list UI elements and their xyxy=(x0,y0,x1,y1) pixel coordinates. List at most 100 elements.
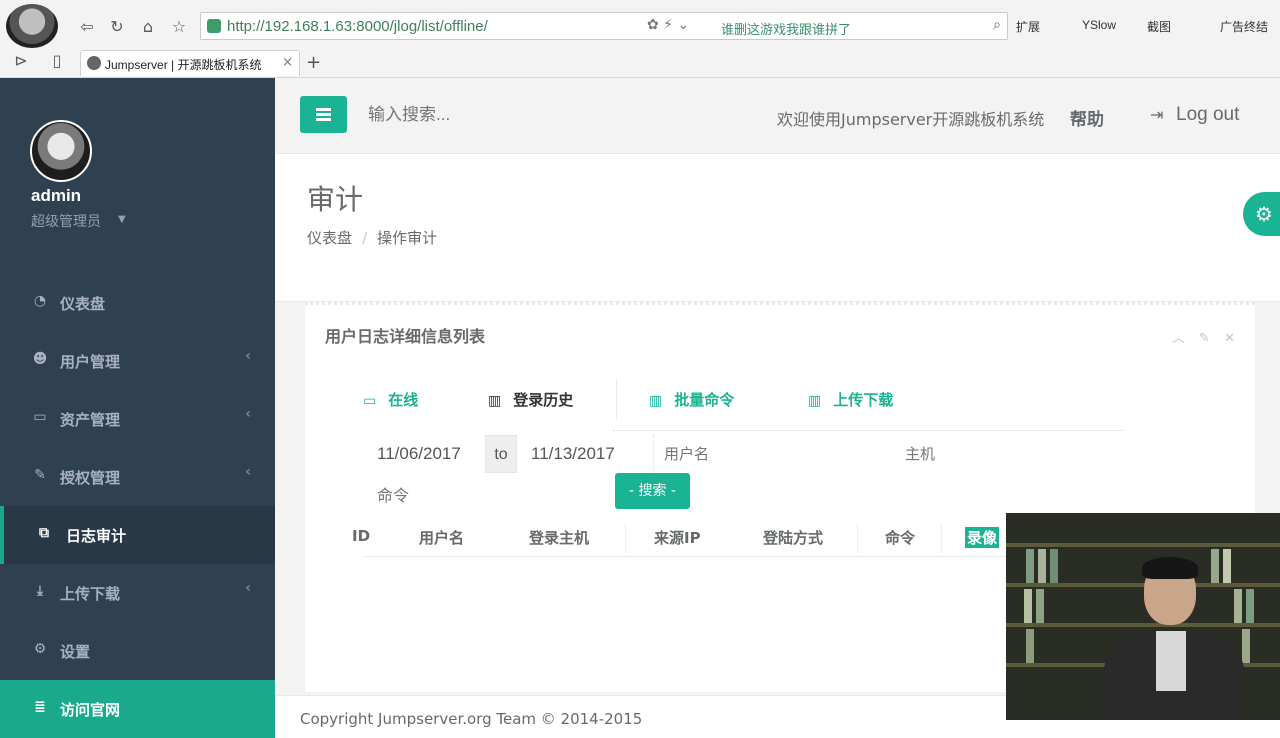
browser-tab[interactable]: Jumpserver | 开源跳板机系统 × xyxy=(80,50,300,76)
sidebar-item-transfer[interactable]: ⤓ 上传下载 ‹ xyxy=(0,564,275,622)
extensions-menu[interactable]: 扩展 xyxy=(1016,18,1040,35)
filter-row: to xyxy=(345,435,1145,475)
new-tab-icon[interactable]: + xyxy=(306,52,321,73)
tab-login-history[interactable]: ▥ 登录历史 xyxy=(488,389,573,410)
sidebar-toggle-icon[interactable]: ⊳ xyxy=(10,50,32,72)
gear-icon: ⚙ xyxy=(1255,202,1273,226)
date-to-input[interactable] xyxy=(531,435,641,473)
tab-favicon-icon xyxy=(87,56,101,70)
bars-icon xyxy=(316,108,331,121)
chevron-left-icon: ‹ xyxy=(245,464,251,480)
page-heading: 审计 仪表盘 / 操作审计 xyxy=(275,154,1280,302)
book xyxy=(1242,629,1250,663)
profile-role[interactable]: 超级管理员 xyxy=(31,211,101,231)
sign-out-icon: ⇥ xyxy=(1150,107,1164,124)
url-tools-icons[interactable]: ✿ ⚡ ⌄ xyxy=(647,17,689,33)
sidebar-item-settings[interactable]: ⚙ 设置 xyxy=(0,622,275,680)
bookshelf-board xyxy=(1006,543,1280,547)
search-icon[interactable]: ⌕ xyxy=(993,17,1001,33)
logout-link[interactable]: ⇥ Log out xyxy=(1150,104,1239,126)
sidebar-item-assets[interactable]: ▭ 资产管理 ‹ xyxy=(0,390,275,448)
sidebar: admin 超级管理员 ▼ ◔ 仪表盘 ☻ 用户管理 ‹ ▭ 资产管理 ‹ ✎ … xyxy=(0,78,275,738)
tab-strip: ⊳ ▯ Jumpserver | 开源跳板机系统 × + xyxy=(0,48,1280,78)
tab-batch-command[interactable]: ▥ 批量命令 xyxy=(649,389,734,410)
bookmark-star-icon[interactable]: ☆ xyxy=(168,16,190,38)
tab-title: Jumpserver | 开源跳板机系统 xyxy=(105,58,262,72)
column-source-ip[interactable]: 来源IP xyxy=(654,527,701,548)
sidebar-item-dashboard[interactable]: ◔ 仪表盘 xyxy=(0,274,275,332)
log-tabs: ▭ 在线 ▥ 登录历史 ▥ 批量命令 ▥ 上传下载 xyxy=(363,379,1123,429)
back-icon[interactable]: ⇦ xyxy=(76,16,98,38)
book xyxy=(1050,549,1058,583)
sidebar-item-label: 用户管理 xyxy=(60,353,121,371)
tab-close-icon[interactable]: × xyxy=(282,55,293,70)
sidebar-item-permissions[interactable]: ✎ 授权管理 ‹ xyxy=(0,448,275,506)
sidebar-item-users[interactable]: ☻ 用户管理 ‹ xyxy=(0,332,275,390)
gears-icon: ⚙ xyxy=(33,641,47,657)
avatar[interactable] xyxy=(30,120,92,182)
tab-upload-download[interactable]: ▥ 上传下载 xyxy=(808,389,893,410)
book xyxy=(1026,549,1034,583)
date-from-input[interactable] xyxy=(377,435,487,473)
log-table-header: ID 用户名 登录主机 来源IP 登陆方式 命令 录像 xyxy=(352,523,1063,557)
chevron-left-icon: ‹ xyxy=(245,580,251,596)
username-filter-input[interactable] xyxy=(653,435,893,473)
book xyxy=(1211,549,1219,583)
copy-icon: ⧉ xyxy=(39,525,49,541)
chevron-left-icon: ‹ xyxy=(245,348,251,364)
close-icon[interactable]: ✕ xyxy=(1224,331,1235,346)
reload-icon[interactable]: ↻ xyxy=(106,16,128,38)
menu-toggle-button[interactable] xyxy=(300,96,347,133)
caret-down-icon[interactable]: ▼ xyxy=(118,214,126,225)
download-icon: ⤓ xyxy=(36,583,44,599)
inbox-icon: ▭ xyxy=(33,409,47,425)
search-button[interactable]: - 搜索 - xyxy=(615,473,690,509)
column-command[interactable]: 命令 xyxy=(885,527,915,548)
column-id[interactable]: ID xyxy=(352,527,370,545)
breadcrumb-dashboard[interactable]: 仪表盘 xyxy=(307,229,352,247)
host-filter-input[interactable] xyxy=(905,435,1145,473)
url-text[interactable]: http://192.168.1.63:8000/jlog/list/offli… xyxy=(227,18,488,35)
command-filter-input[interactable] xyxy=(377,480,577,514)
yslow-extension[interactable]: YSlow xyxy=(1082,18,1116,32)
column-video[interactable]: 录像 xyxy=(965,527,1000,548)
column-login-host[interactable]: 登录主机 xyxy=(529,527,589,548)
copyright-text: Copyright Jumpserver.org Team © 2014-201… xyxy=(300,710,643,728)
chevron-up-icon[interactable]: ︿ xyxy=(1172,331,1185,346)
column-login-method[interactable]: 登陆方式 xyxy=(763,527,823,548)
tab-online[interactable]: ▭ 在线 xyxy=(363,389,418,410)
sidebar-item-label: 仪表盘 xyxy=(60,295,106,313)
sidebar-item-label: 授权管理 xyxy=(60,469,121,487)
profile-name[interactable]: admin xyxy=(31,186,81,206)
book xyxy=(1234,589,1242,623)
screenshot-extension[interactable]: 截图 xyxy=(1147,18,1171,35)
sidebar-item-label: 访问官网 xyxy=(60,701,121,719)
browser-user-avatar[interactable] xyxy=(6,4,58,48)
sidebar-item-website[interactable]: ≣ 访问官网 xyxy=(0,680,275,738)
webcam-overlay xyxy=(1006,513,1280,720)
search-input[interactable] xyxy=(368,105,588,125)
breadcrumb-separator: / xyxy=(362,229,368,247)
home-icon[interactable]: ⌂ xyxy=(137,16,159,38)
note-icon[interactable]: ▯ xyxy=(46,50,68,72)
logout-label: Log out xyxy=(1176,104,1240,125)
sidebar-item-audit[interactable]: ⧉ 日志审计 xyxy=(0,506,275,564)
tab-divider xyxy=(616,379,617,419)
sidebar-item-label: 日志审计 xyxy=(66,527,127,545)
bar-chart-icon: ▥ xyxy=(808,393,822,409)
wrench-icon[interactable]: ✎ xyxy=(1199,331,1210,346)
help-link[interactable]: 帮助 xyxy=(1070,105,1104,130)
panel-tools: ︿ ✎ ✕ xyxy=(1162,327,1235,346)
address-bar[interactable]: http://192.168.1.63:8000/jlog/list/offli… xyxy=(200,12,1008,40)
theme-config-button[interactable]: ⚙ xyxy=(1243,192,1280,236)
search-hint[interactable]: 谁删这游戏我跟谁拼了 xyxy=(721,19,851,38)
column-divider xyxy=(941,523,942,553)
laptop-icon: ▭ xyxy=(363,393,377,409)
panel-title: 用户日志详细信息列表 xyxy=(325,327,486,346)
column-username[interactable]: 用户名 xyxy=(419,527,464,548)
tab-batch-label: 批量命令 xyxy=(674,391,735,409)
tab-history-label: 登录历史 xyxy=(513,391,574,409)
adblock-extension[interactable]: 广告终结 xyxy=(1220,18,1268,35)
sidebar-item-label: 设置 xyxy=(60,643,91,661)
book xyxy=(1026,629,1034,663)
